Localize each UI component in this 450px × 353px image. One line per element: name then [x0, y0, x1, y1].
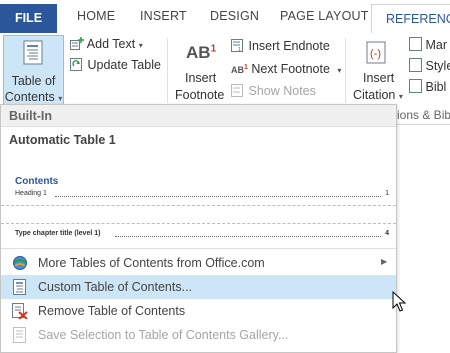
- insert-endnote-button[interactable]: 1 Insert Endnote: [231, 39, 330, 53]
- bibliography-icon: [409, 79, 422, 93]
- insert-citation-button[interactable]: (-) Insert Citation ▾: [350, 35, 404, 105]
- ribbon-bottom-border: [397, 124, 450, 125]
- chevron-down-icon: ▾: [138, 41, 143, 50]
- chevron-right-icon: ▶: [381, 257, 388, 266]
- preview-contents-heading: Contents: [15, 176, 59, 187]
- gallery-divider: [1, 205, 396, 206]
- show-notes-icon: [231, 84, 243, 97]
- style-icon: [409, 58, 422, 72]
- insert-footnote-button[interactable]: AB1 Insert Footnote: [172, 35, 228, 105]
- preview-dot-leader: [55, 196, 381, 197]
- update-table-button[interactable]: Update Table: [70, 58, 161, 72]
- more-tables-of-contents-item[interactable]: More Tables of Contents from Office.com …: [1, 251, 396, 275]
- manage-sources-label: Mar: [425, 38, 448, 52]
- preview-dot-leader: [115, 236, 381, 237]
- more-tables-label: More Tables of Contents from Office.com: [38, 256, 265, 270]
- footnote-icon: AB1: [186, 43, 217, 62]
- menu-separator: [1, 248, 396, 249]
- tab-references[interactable]: REFERENCES: [371, 4, 450, 33]
- gallery-item-title: Automatic Table 1: [9, 133, 116, 147]
- update-table-label: Update Table: [87, 58, 161, 72]
- insert-citation-line2: Citation ▾: [353, 88, 403, 102]
- save-selection-to-gallery-item[interactable]: Save Selection to Table of Contents Gall…: [1, 323, 396, 347]
- insert-endnote-icon: 1: [231, 39, 243, 53]
- built-in-section-header: Built-In: [1, 105, 396, 127]
- chevron-down-icon: ▾: [337, 66, 342, 75]
- next-footnote-label: Next Footnote: [251, 62, 330, 76]
- table-of-contents-button[interactable]: Table of Contents ▾: [3, 35, 64, 106]
- remove-toc-icon: [12, 303, 28, 319]
- preview2-page: 4: [385, 230, 389, 237]
- toc-document-icon: [13, 279, 26, 295]
- bibliography-label: Bibl: [425, 80, 447, 94]
- preview-heading1-text: Heading 1: [15, 190, 47, 197]
- chevron-down-icon: ▾: [58, 94, 63, 103]
- office-globe-icon: [13, 256, 27, 270]
- next-footnote-icon: AB1: [231, 64, 248, 75]
- toc-dropdown: Built-In Automatic Table 1 Contents Head…: [0, 104, 397, 353]
- tab-page-layout[interactable]: PAGE LAYOUT: [280, 9, 369, 23]
- add-text-icon: [70, 37, 84, 50]
- update-table-icon: [70, 58, 82, 71]
- bibliography-button[interactable]: Bibl: [409, 79, 446, 94]
- citations-group-label: ions & Bib: [397, 108, 450, 122]
- show-notes-label: Show Notes: [248, 84, 316, 98]
- tab-home[interactable]: HOME: [77, 9, 115, 23]
- style-label: Style: [425, 59, 450, 73]
- mouse-pointer-icon: [392, 291, 406, 312]
- ribbon-separator: [167, 38, 168, 103]
- ribbon-body: Table of Contents ▾ Add Text ▾ Update Ta…: [0, 33, 450, 106]
- toc-label-line1: Table of: [11, 74, 56, 88]
- save-selection-icon: [13, 327, 26, 343]
- style-button[interactable]: Style: [409, 58, 450, 73]
- manage-sources-button[interactable]: Mar: [409, 37, 447, 52]
- preview2-entry-text: Type chapter title (level 1): [15, 230, 101, 237]
- insert-footnote-line2: Footnote: [175, 88, 225, 102]
- tab-design[interactable]: DESIGN: [210, 9, 259, 23]
- group-label-strip: ions & Bib: [397, 104, 450, 124]
- manage-sources-icon: [409, 37, 422, 51]
- insert-footnote-line1: Insert: [185, 71, 217, 85]
- show-notes-button[interactable]: Show Notes: [231, 84, 316, 98]
- svg-text:(-): (-): [370, 48, 381, 60]
- tab-file[interactable]: FILE: [0, 4, 57, 33]
- preview-heading1-page: 1: [385, 190, 389, 197]
- insert-citation-line1: Insert: [363, 71, 395, 85]
- table-of-contents-icon: [23, 40, 43, 65]
- gallery-divider: [1, 223, 396, 224]
- custom-toc-label: Custom Table of Contents...: [38, 280, 193, 294]
- save-selection-label: Save Selection to Table of Contents Gall…: [38, 328, 289, 342]
- gallery-item-preview-2[interactable]: Type chapter title (level 1) 4: [15, 230, 389, 240]
- insert-endnote-label: Insert Endnote: [248, 39, 330, 53]
- preview-heading1-row: Heading 1 1: [15, 190, 389, 200]
- remove-toc-label: Remove Table of Contents: [38, 304, 186, 318]
- toc-label-line2: Contents ▾: [4, 90, 63, 104]
- gallery-item-automatic-table-1[interactable]: Automatic Table 1 Contents Heading 1 1: [1, 128, 396, 204]
- ribbon-tabs: FILE HOME INSERT DESIGN PAGE LAYOUT REFE…: [0, 0, 450, 34]
- next-footnote-button[interactable]: AB1 Next Footnote ▾: [231, 62, 341, 76]
- ribbon-separator: [345, 38, 346, 103]
- tab-insert[interactable]: INSERT: [140, 9, 187, 23]
- svg-text:1: 1: [238, 47, 241, 52]
- custom-table-of-contents-item[interactable]: Custom Table of Contents...: [1, 275, 396, 299]
- add-text-button[interactable]: Add Text ▾: [70, 37, 143, 51]
- add-text-label: Add Text: [86, 37, 136, 51]
- remove-table-of-contents-item[interactable]: Remove Table of Contents: [1, 299, 396, 323]
- insert-citation-icon: (-): [366, 41, 386, 64]
- chevron-down-icon: ▾: [398, 92, 403, 101]
